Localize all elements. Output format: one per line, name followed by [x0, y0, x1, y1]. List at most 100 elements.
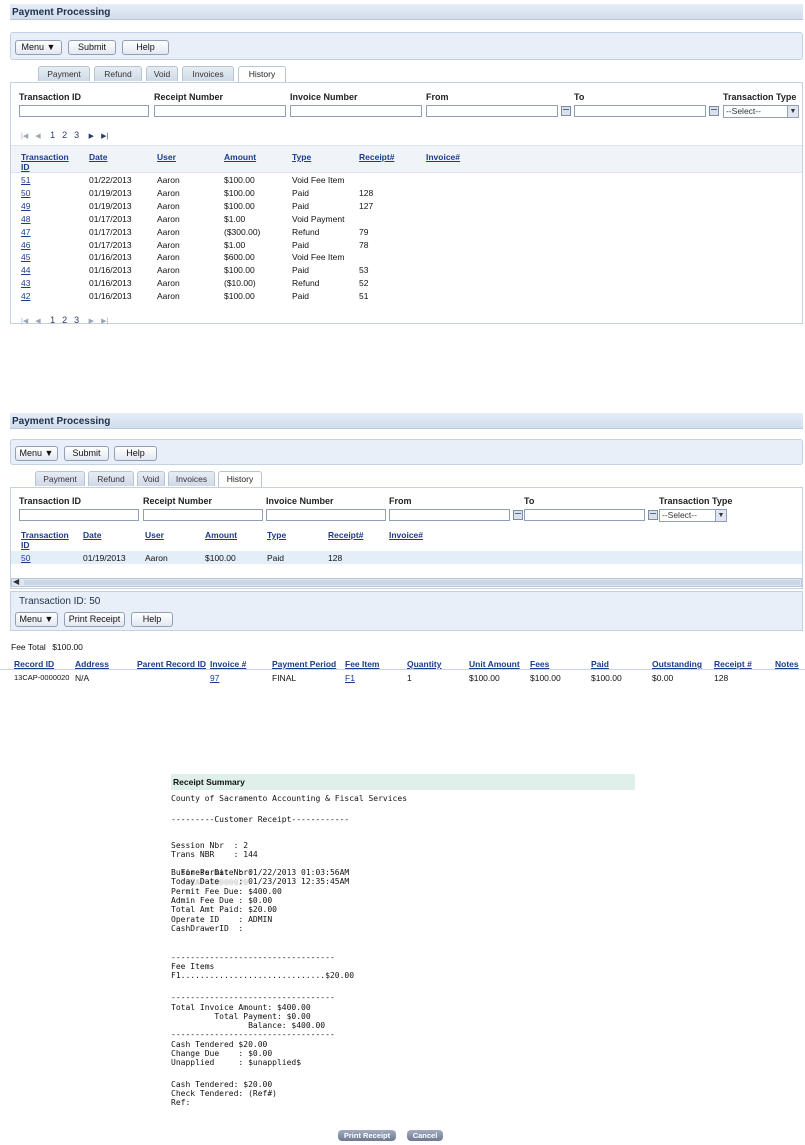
fee-col-9[interactable]: Paid — [591, 659, 609, 669]
detail-help-button[interactable]: Help — [131, 612, 173, 627]
tab-invoices[interactable]: Invoices — [182, 66, 234, 81]
transaction-id-link[interactable]: 50 — [21, 188, 30, 198]
receipt-print-button[interactable]: Print Receipt — [338, 1130, 396, 1141]
fee-col-5[interactable]: Fee Item — [345, 659, 380, 669]
col-amount[interactable]: Amount — [205, 530, 237, 540]
first-page-icon[interactable]: |◀ — [21, 133, 28, 140]
col-user[interactable]: User — [145, 530, 164, 540]
transaction-id-link[interactable]: 51 — [21, 175, 30, 185]
tab-history[interactable]: History — [218, 471, 262, 487]
tab-invoices[interactable]: Invoices — [168, 471, 215, 486]
tab-payment[interactable]: Payment — [35, 471, 85, 486]
fee-col-3[interactable]: Invoice # — [210, 659, 246, 669]
table-row[interactable]: 47 01/17/2013 Aaron ($300.00) Refund 79 — [11, 226, 802, 239]
last-page-icon[interactable]: ▶| — [101, 318, 108, 325]
table-row[interactable]: 49 01/19/2013 Aaron $100.00 Paid 127 — [11, 200, 802, 213]
transaction-id-link[interactable]: 43 — [21, 278, 30, 288]
tab-refund[interactable]: Refund — [94, 66, 142, 81]
transaction-type-select[interactable]: --Select-- ▼ — [723, 105, 799, 118]
fee-col-2[interactable]: Parent Record ID — [137, 659, 206, 669]
fee-cell-5[interactable]: F1 — [345, 673, 355, 683]
fee-col-4[interactable]: Payment Period — [272, 659, 336, 669]
from-date-input[interactable] — [426, 105, 558, 117]
menu-button[interactable]: Menu ▼ — [15, 40, 62, 55]
col-amount[interactable]: Amount — [224, 152, 256, 162]
fee-col-0[interactable]: Record ID — [14, 659, 54, 669]
to-date-input[interactable] — [524, 509, 645, 521]
prev-page-icon[interactable]: ◀ — [35, 318, 40, 325]
tab-history[interactable]: History — [238, 66, 286, 82]
transaction-id-input[interactable] — [19, 105, 149, 117]
col-date[interactable]: Date — [83, 530, 101, 540]
receipt-number-input[interactable] — [154, 105, 286, 117]
to-calendar-icon[interactable] — [709, 106, 719, 116]
tab-void[interactable]: Void — [137, 471, 165, 486]
table-row[interactable]: 51 01/22/2013 Aaron $100.00 Void Fee Item — [11, 174, 802, 187]
page-2-link[interactable]: 2 — [62, 315, 67, 325]
prev-page-icon[interactable]: ◀ — [35, 133, 40, 140]
to-calendar-icon[interactable] — [648, 510, 658, 520]
last-page-icon[interactable]: ▶| — [101, 133, 108, 140]
scroll-left-icon[interactable]: ◀ — [13, 577, 19, 586]
fee-cell-3[interactable]: 97 — [210, 673, 219, 683]
transaction-id-link[interactable]: 45 — [21, 252, 30, 262]
horizontal-scrollbar[interactable]: ◀ — [11, 577, 802, 587]
detail-menu-button[interactable]: Menu ▼ — [15, 612, 58, 627]
col-transaction-id[interactable]: Transaction ID — [21, 152, 79, 172]
page-1-link[interactable]: 1 — [50, 315, 55, 325]
table-row[interactable]: 50 01/19/2013 Aaron $100.00 Paid 128 — [11, 187, 802, 200]
fee-col-11[interactable]: Receipt # — [714, 659, 752, 669]
receipt-cancel-button[interactable]: Cancel — [407, 1130, 443, 1141]
invoice-number-input[interactable] — [266, 509, 386, 521]
transaction-id-link[interactable]: 47 — [21, 227, 30, 237]
help-button[interactable]: Help — [122, 40, 169, 55]
first-page-icon[interactable]: |◀ — [21, 318, 28, 325]
table-row[interactable]: 48 01/17/2013 Aaron $1.00 Void Payment — [11, 213, 802, 226]
from-calendar-icon[interactable] — [561, 106, 571, 116]
menu-button[interactable]: Menu ▼ — [15, 446, 58, 461]
col-invoice[interactable]: Invoice# — [426, 152, 460, 162]
table-row[interactable]: 42 01/16/2013 Aaron $100.00 Paid 51 — [11, 290, 802, 303]
table-row[interactable]: 45 01/16/2013 Aaron $600.00 Void Fee Item — [11, 251, 802, 264]
col-receipt[interactable]: Receipt# — [359, 152, 394, 162]
page-3-link[interactable]: 3 — [74, 130, 79, 140]
to-date-input[interactable] — [574, 105, 706, 117]
transaction-id-link[interactable]: 46 — [21, 240, 30, 250]
table-row[interactable]: 43 01/16/2013 Aaron ($10.00) Refund 52 — [11, 277, 802, 290]
col-type[interactable]: Type — [292, 152, 311, 162]
transaction-id-link[interactable]: 44 — [21, 265, 30, 275]
help-button[interactable]: Help — [114, 446, 157, 461]
fee-col-12[interactable]: Notes — [775, 659, 799, 669]
invoice-number-input[interactable] — [290, 105, 422, 117]
fee-col-10[interactable]: Outstanding — [652, 659, 702, 669]
transaction-id-link[interactable]: 42 — [21, 291, 30, 301]
from-calendar-icon[interactable] — [513, 510, 523, 520]
fee-col-6[interactable]: Quantity — [407, 659, 441, 669]
transaction-id-link[interactable]: 49 — [21, 201, 30, 211]
receipt-number-input[interactable] — [143, 509, 263, 521]
table-row[interactable]: 50 01/19/2013 Aaron $100.00 Paid 128 — [11, 551, 802, 564]
tab-refund[interactable]: Refund — [88, 471, 134, 486]
scroll-thumb[interactable] — [24, 580, 800, 585]
print-receipt-button[interactable]: Print Receipt — [64, 612, 125, 627]
next-page-icon[interactable]: ▶ — [89, 318, 94, 325]
col-user[interactable]: User — [157, 152, 176, 162]
col-receipt[interactable]: Receipt# — [328, 530, 363, 540]
submit-button[interactable]: Submit — [64, 446, 109, 461]
page-3-link[interactable]: 3 — [74, 315, 79, 325]
tab-payment[interactable]: Payment — [38, 66, 90, 81]
table-row[interactable]: 46 01/17/2013 Aaron $1.00 Paid 78 — [11, 239, 802, 252]
transaction-type-select[interactable]: --Select-- ▼ — [659, 509, 727, 522]
col-date[interactable]: Date — [89, 152, 107, 162]
fee-table-row[interactable]: 13CAP-0000020 N/A 97 FINAL F1 1 $100.00 $100.00… — [0, 672, 805, 684]
page-1-link[interactable]: 1 — [50, 130, 55, 140]
fee-col-8[interactable]: Fees — [530, 659, 549, 669]
tab-void[interactable]: Void — [146, 66, 178, 81]
transaction-id-input[interactable] — [19, 509, 139, 521]
transaction-id-link[interactable]: 48 — [21, 214, 30, 224]
col-transaction-id[interactable]: Transaction ID — [21, 530, 76, 550]
submit-button[interactable]: Submit — [68, 40, 116, 55]
col-invoice[interactable]: Invoice# — [389, 530, 423, 540]
next-page-icon[interactable]: ▶ — [89, 133, 94, 140]
table-row[interactable]: 44 01/16/2013 Aaron $100.00 Paid 53 — [11, 264, 802, 277]
